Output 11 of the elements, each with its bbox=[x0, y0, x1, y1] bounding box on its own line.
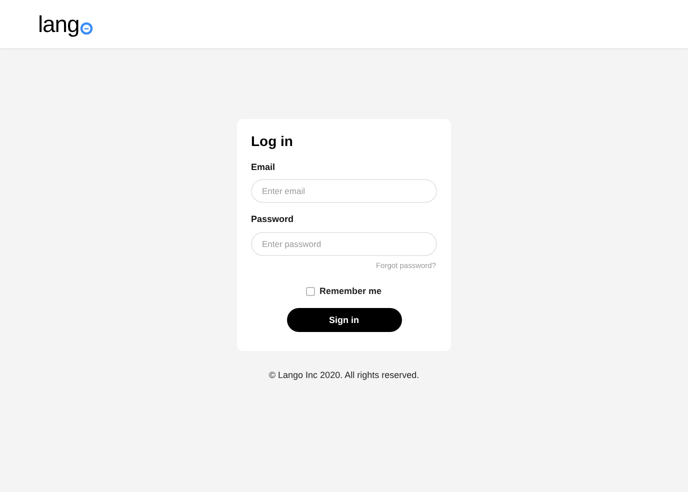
login-title: Log in bbox=[251, 133, 294, 150]
logo-icon bbox=[80, 22, 94, 34]
remember-checkbox[interactable] bbox=[306, 287, 316, 296]
field-label: Email bbox=[251, 160, 276, 174]
input-field[interactable]: Enter password bbox=[251, 232, 437, 256]
logo-text: lang bbox=[38, 12, 80, 36]
input-field[interactable]: Enter email bbox=[251, 179, 437, 203]
field-label: Password bbox=[251, 213, 295, 226]
copyright-text: © Lango Inc 2020. All rights reserved. bbox=[268, 369, 420, 382]
sign-in-button[interactable]: Sign in bbox=[286, 308, 402, 332]
remember-label: Remember me bbox=[319, 284, 382, 298]
